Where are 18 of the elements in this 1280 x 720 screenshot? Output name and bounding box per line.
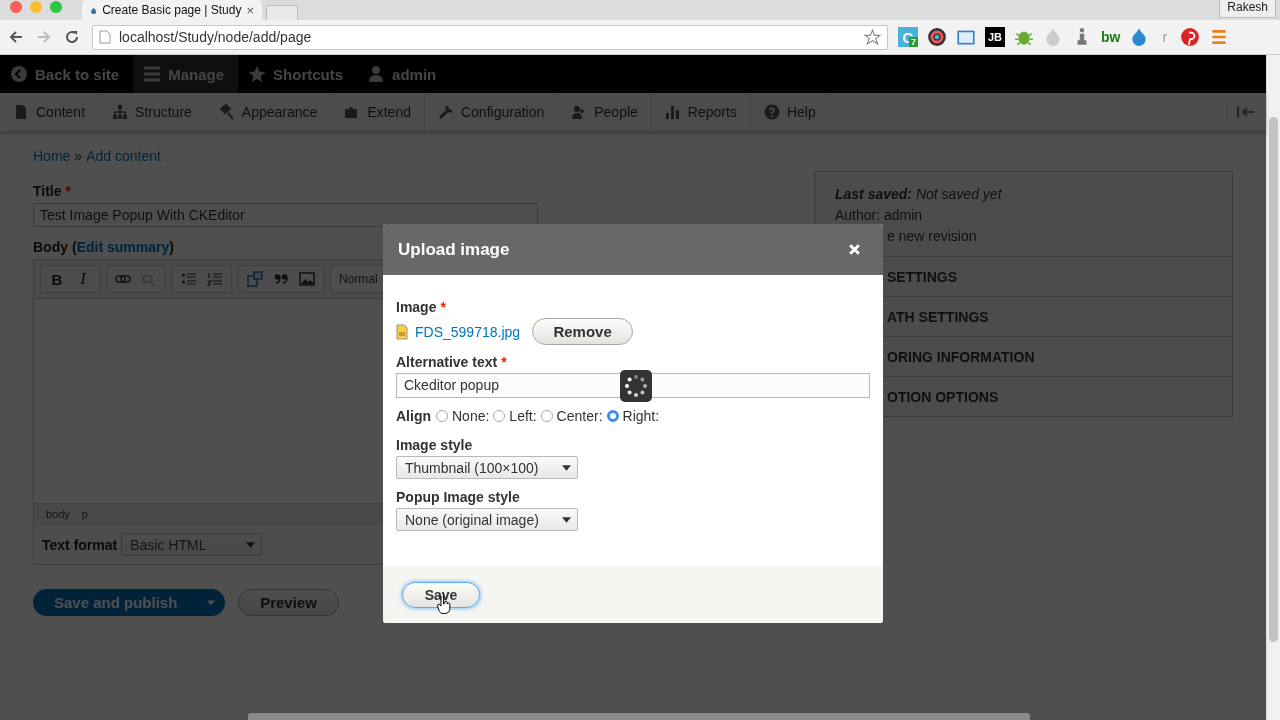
parenthesis: ( bbox=[72, 239, 77, 255]
field-label: Alternative text bbox=[396, 354, 498, 370]
parenthesis: ) bbox=[169, 239, 174, 255]
field-label: Popup Image style bbox=[396, 489, 520, 505]
required-mark: * bbox=[65, 183, 71, 199]
field-label: Title bbox=[33, 183, 62, 199]
dialog-title: Upload image bbox=[398, 239, 510, 260]
field-label: Body bbox=[33, 239, 68, 255]
revision-text: e new revision bbox=[886, 228, 978, 244]
required-mark: * bbox=[501, 354, 507, 370]
last-saved-text: Last saved: Not saved yet bbox=[835, 186, 1003, 202]
field-label: Image style bbox=[396, 437, 473, 453]
required-mark: * bbox=[440, 299, 446, 315]
breadcrumb-separator: » bbox=[74, 148, 83, 164]
text-format-label: Text format bbox=[42, 536, 118, 553]
field-label: Image bbox=[396, 299, 437, 315]
align-label: Align bbox=[396, 408, 431, 424]
author-text: Author: admin bbox=[835, 207, 924, 223]
